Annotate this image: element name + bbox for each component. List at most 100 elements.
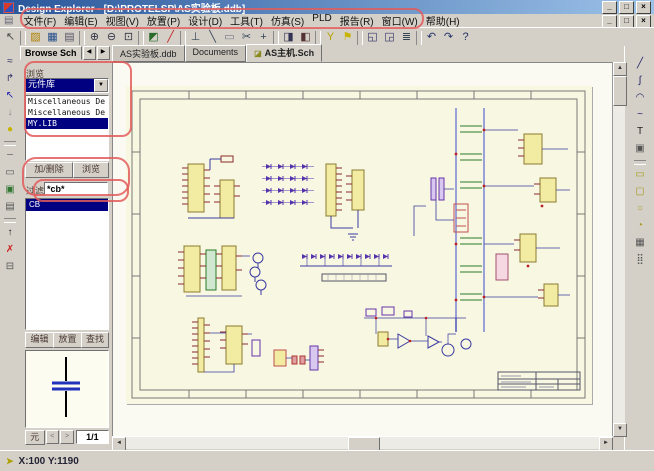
- dashed-select-icon[interactable]: ┄: [3, 148, 18, 163]
- library-list-item[interactable]: MY.LIB: [26, 118, 108, 129]
- rectangle-tool-icon[interactable]: ▭: [632, 167, 648, 182]
- tab-database[interactable]: ◪AS实验板.ddb: [112, 45, 185, 62]
- scroll-down-button[interactable]: ▼: [613, 423, 627, 437]
- arc-tool-icon[interactable]: ◠: [632, 90, 648, 105]
- panel-scroll-left-button[interactable]: ◀: [83, 46, 96, 60]
- next-part-button[interactable]: >: [60, 430, 74, 444]
- tab-schematic[interactable]: ◪AS主机.Sch: [246, 44, 322, 62]
- horizontal-scroll-thumb[interactable]: [348, 437, 380, 451]
- separator: [315, 31, 321, 45]
- part-page-indicator: 1/1: [76, 430, 109, 444]
- find-button[interactable]: 查找: [81, 332, 109, 348]
- library-list-item[interactable]: Miscellaneous De: [26, 107, 108, 118]
- library-type-dropdown[interactable]: 元件库 ▼: [25, 78, 109, 93]
- component-list-item[interactable]: CB: [26, 199, 108, 211]
- scroll-left-button[interactable]: ◄: [112, 437, 126, 451]
- scroll-right-button[interactable]: ►: [599, 437, 613, 451]
- prev-part-button[interactable]: <: [46, 430, 60, 444]
- browse-button[interactable]: 浏览: [73, 162, 109, 178]
- align-tool-icon[interactable]: ⊟: [3, 259, 18, 274]
- separator: [4, 218, 16, 223]
- ellipse-tool-icon[interactable]: ○: [632, 201, 648, 216]
- down-hierarchy-icon[interactable]: ◲: [381, 30, 398, 45]
- move-down-icon[interactable]: ↓: [3, 105, 18, 120]
- filter-input[interactable]: [44, 182, 108, 196]
- library-icon[interactable]: ◨: [280, 30, 297, 45]
- menu-design[interactable]: 设计(D): [184, 13, 226, 28]
- tab-browse-sch[interactable]: Browse Sch: [20, 46, 82, 60]
- part-button[interactable]: 元: [25, 430, 45, 445]
- bezier-tool-icon[interactable]: ∫: [632, 73, 648, 88]
- curve-tool-icon[interactable]: ~: [632, 107, 648, 122]
- zoom-in-icon[interactable]: ⊕: [86, 30, 103, 45]
- paste-picture-icon[interactable]: ▣: [632, 141, 648, 156]
- cursor-select-icon[interactable]: ↖: [2, 30, 19, 45]
- menu-pld[interactable]: PLD: [308, 13, 335, 28]
- round-rect-tool-icon[interactable]: ▢: [632, 184, 648, 199]
- pie-tool-icon[interactable]: ◔: [632, 218, 648, 233]
- edit-button[interactable]: 编辑: [25, 332, 54, 348]
- menu-place[interactable]: 放置(P): [143, 13, 184, 28]
- close-button[interactable]: ×: [636, 1, 651, 14]
- highlight-tool-icon[interactable]: ●: [3, 122, 18, 137]
- wizard-icon[interactable]: Y: [322, 30, 339, 45]
- annotate-icon[interactable]: ≣: [398, 30, 415, 45]
- redo-icon[interactable]: ↷: [440, 30, 457, 45]
- bus-entry-icon[interactable]: ↱: [3, 71, 18, 86]
- library-list-item[interactable]: Miscellaneous De: [26, 96, 108, 107]
- undo-icon[interactable]: ↶: [423, 30, 440, 45]
- move-icon[interactable]: +: [255, 30, 272, 45]
- frame-tool-icon[interactable]: ▭: [3, 165, 18, 180]
- power-port-icon[interactable]: ⊥: [187, 30, 204, 45]
- browse-library-icon[interactable]: ◩: [145, 30, 162, 45]
- menu-bar: ▤ 文件(F)编辑(E)视图(V)放置(P)设计(D)工具(T)仿真(S)PLD…: [0, 14, 654, 27]
- menu-view[interactable]: 视图(V): [102, 13, 143, 28]
- schematic-canvas[interactable]: [112, 62, 613, 438]
- schematic-sheet[interactable]: [126, 86, 592, 404]
- move-up-icon[interactable]: ↑: [3, 225, 18, 240]
- menu-simulate[interactable]: 仿真(S): [267, 13, 308, 28]
- horizontal-scrollbar[interactable]: ◄ ►: [112, 436, 612, 449]
- sheet-symbol-icon[interactable]: ◧: [297, 30, 314, 45]
- vertical-scroll-thumb[interactable]: [613, 76, 627, 106]
- print-icon[interactable]: ▤: [61, 30, 78, 45]
- filled-frame-icon[interactable]: ▣: [3, 182, 18, 197]
- flag-icon[interactable]: ⚑: [339, 30, 356, 45]
- up-hierarchy-icon[interactable]: ◱: [364, 30, 381, 45]
- text-tool-icon[interactable]: T: [632, 124, 648, 139]
- draw-line-icon[interactable]: ╲: [204, 30, 221, 45]
- separator: [4, 141, 16, 146]
- document-area: ◪AS实验板.ddb◪Documents◪AS主机.Sch: [112, 46, 624, 450]
- select-frame-icon[interactable]: ▭: [221, 30, 238, 45]
- help-icon[interactable]: ?: [457, 30, 474, 45]
- menu-help[interactable]: 帮助(H): [422, 13, 464, 28]
- minimize-button[interactable]: _: [602, 1, 617, 14]
- place-button[interactable]: 放置: [53, 332, 82, 348]
- chevron-down-icon[interactable]: ▼: [94, 79, 108, 92]
- open-document-icon[interactable]: ▨: [27, 30, 44, 45]
- array-paste-icon[interactable]: ⣿: [632, 252, 648, 267]
- menu-window[interactable]: 窗口(W): [378, 13, 422, 28]
- scroll-up-button[interactable]: ▲: [613, 62, 627, 76]
- tab-documents[interactable]: ◪Documents: [185, 45, 247, 62]
- menu-file[interactable]: 文件(F): [19, 13, 60, 28]
- panel-scroll-right-button[interactable]: ▶: [97, 46, 110, 60]
- wire-squiggle-icon[interactable]: ≈: [3, 54, 18, 69]
- zoom-out-icon[interactable]: ⊖: [103, 30, 120, 45]
- report-tool-icon[interactable]: ▤: [3, 199, 18, 214]
- wiring-tools-icon[interactable]: ╱: [162, 30, 179, 45]
- vertical-scrollbar[interactable]: ▲ ▼: [612, 62, 625, 436]
- restore-button[interactable]: □: [619, 1, 634, 14]
- zoom-document-icon[interactable]: ⊡: [120, 30, 137, 45]
- menu-tools[interactable]: 工具(T): [226, 13, 267, 28]
- delete-tool-icon[interactable]: ✗: [3, 242, 18, 257]
- graph-tool-icon[interactable]: ▦: [632, 235, 648, 250]
- component-list: CB: [25, 198, 109, 330]
- menu-reports[interactable]: 报告(R): [336, 13, 378, 28]
- line-tool-icon[interactable]: ╱: [632, 56, 648, 71]
- cut-icon[interactable]: ✂: [238, 30, 255, 45]
- cursor-tool-icon[interactable]: ↖: [3, 88, 18, 103]
- save-icon[interactable]: ▦: [44, 30, 61, 45]
- add-remove-button[interactable]: 加/删除: [25, 162, 73, 178]
- menu-edit[interactable]: 编辑(E): [60, 13, 101, 28]
